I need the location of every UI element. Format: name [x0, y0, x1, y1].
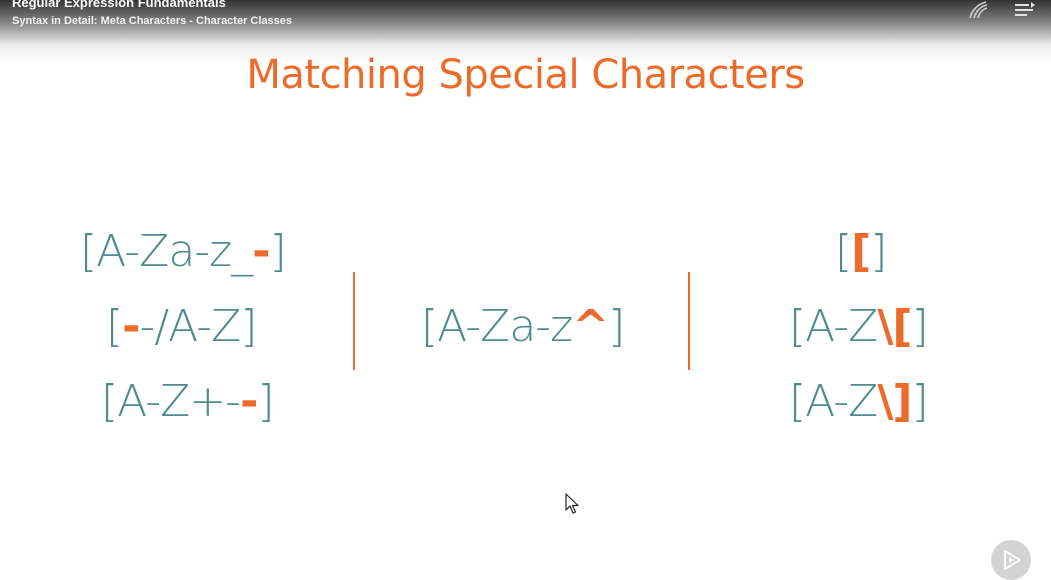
expression-left-1: [A-Za-z_-]	[80, 226, 287, 277]
play-icon	[1004, 550, 1021, 570]
table-of-contents-icon[interactable]	[1013, 0, 1037, 22]
course-title: Regular Expression Fundamentals	[12, 0, 226, 10]
mouse-cursor-icon	[565, 493, 581, 515]
bookmark-icon[interactable]	[966, 0, 990, 22]
expression-left-2: [--/A-Z]	[106, 301, 257, 352]
expression-right-2: [A-Z\[]	[789, 301, 929, 352]
expression-middle-1: [A-Za-z^]	[421, 301, 625, 352]
module-title: Syntax in Detail: Meta Characters - Char…	[12, 15, 293, 27]
expression-left-3: [A-Z+--]	[101, 376, 275, 427]
expression-right-3: [A-Z\]]	[789, 376, 929, 427]
column-divider-left	[353, 272, 355, 370]
column-divider-right	[688, 272, 690, 370]
expression-right-1: [[]	[835, 226, 887, 277]
play-button[interactable]	[991, 540, 1031, 580]
slide-title: Matching Special Characters	[246, 52, 805, 98]
